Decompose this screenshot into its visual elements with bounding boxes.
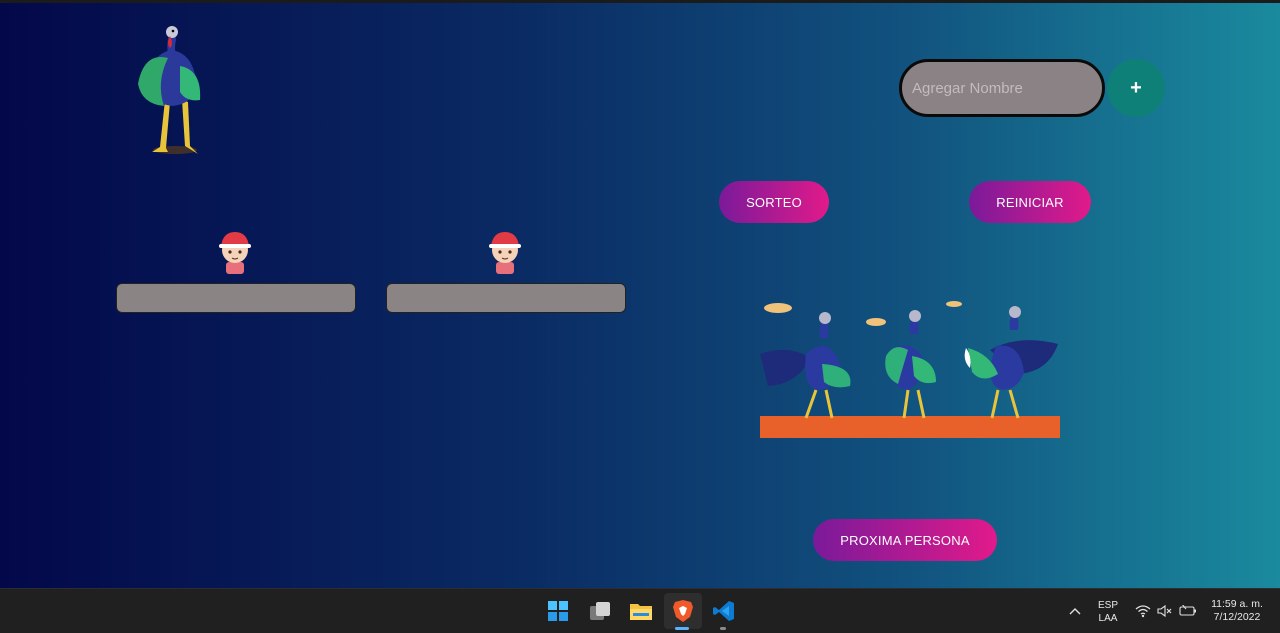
taskbar: ESP LAA 11:59 a. m. 7/12/2022 [0, 588, 1280, 633]
task-view-icon[interactable] [588, 599, 612, 623]
active-app-indicator [675, 627, 689, 630]
language-secondary: LAA [1098, 613, 1118, 624]
vscode-icon[interactable] [712, 599, 736, 623]
app-canvas: + SORTEO REINICIAR [0, 0, 1280, 588]
name-input[interactable] [899, 59, 1105, 117]
turkeys-illustration [760, 301, 1060, 438]
player-slot-2 [386, 283, 626, 313]
battery-icon[interactable] [1178, 599, 1198, 623]
wifi-icon[interactable] [1134, 599, 1152, 623]
file-explorer-icon[interactable] [629, 599, 653, 623]
language-primary: ESP [1097, 600, 1118, 611]
window-top-edge [0, 0, 1280, 3]
brave-browser-icon[interactable] [671, 599, 695, 623]
add-name-button[interactable]: + [1107, 59, 1165, 117]
player-avatar-2 [489, 232, 521, 274]
next-person-button[interactable]: PROXIMA PERSONA [813, 519, 997, 561]
turkey-mascot-image [138, 26, 201, 154]
player-slot-1 [116, 283, 356, 313]
clock-date: 7/12/2022 [1213, 611, 1261, 623]
plus-icon: + [1130, 76, 1142, 99]
speaker-muted-icon[interactable] [1156, 599, 1174, 623]
clock-time: 11:59 a. m. [1211, 598, 1263, 610]
reset-button[interactable]: REINICIAR [969, 181, 1091, 223]
draw-button[interactable]: SORTEO [719, 181, 829, 223]
chevron-up-icon[interactable] [1064, 599, 1086, 623]
running-app-indicator [720, 627, 726, 630]
start-icon[interactable] [546, 599, 570, 623]
language-indicator[interactable]: ESP LAA [1092, 599, 1124, 625]
player-avatar-1 [219, 232, 251, 274]
clock[interactable]: 11:59 a. m. 7/12/2022 [1204, 598, 1270, 624]
